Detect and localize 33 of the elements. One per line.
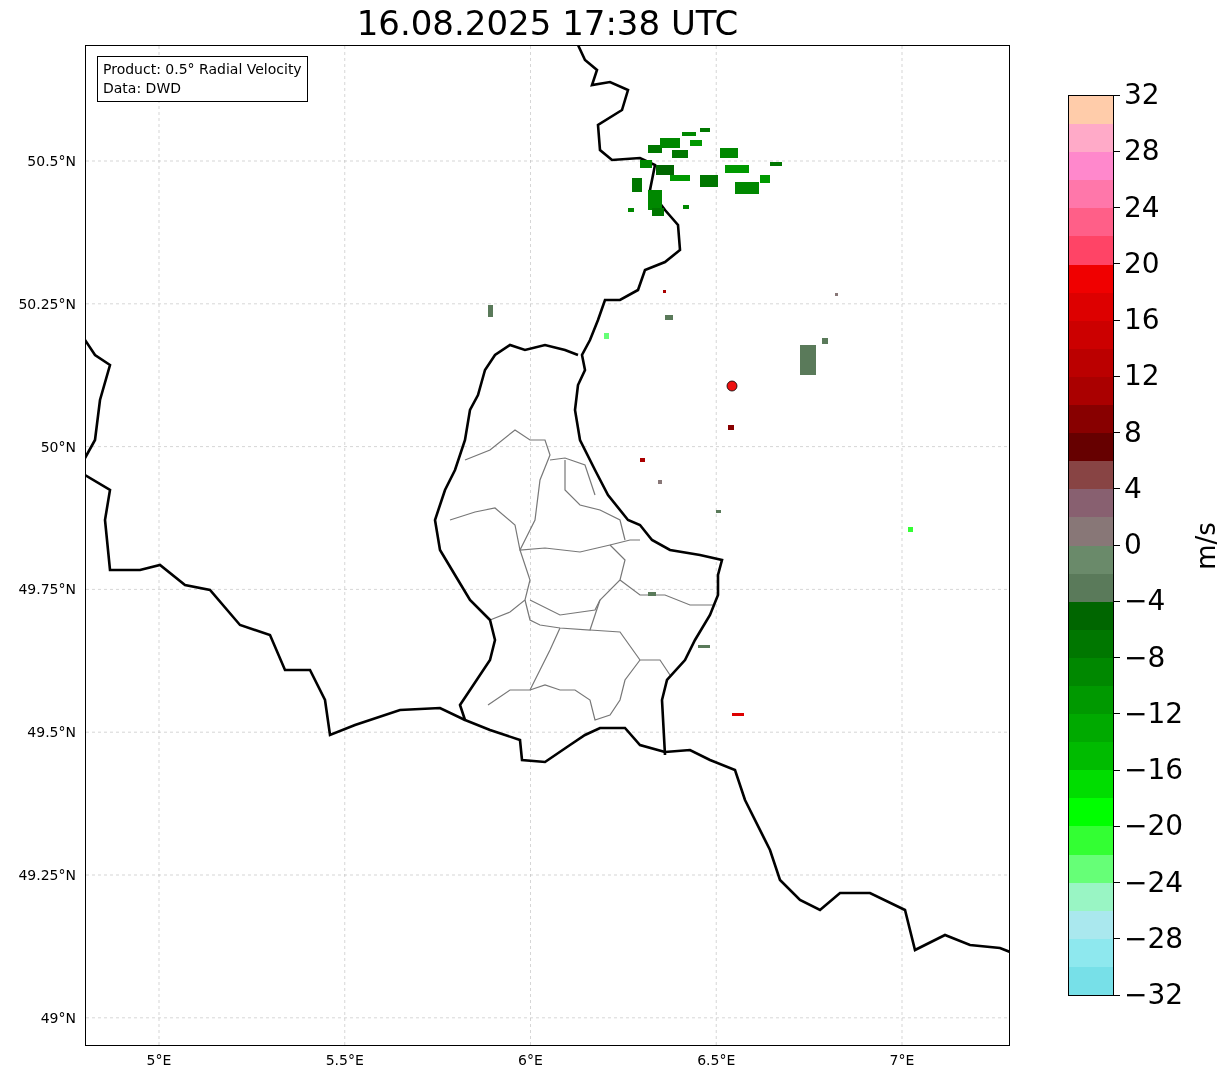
longitude-label: 5°E [146, 1052, 172, 1068]
info-text: Data: DWD [103, 79, 182, 98]
info-text: Product: 0.5° Radial Velocity [103, 60, 302, 79]
longitude-label: 5.5°E [325, 1052, 364, 1068]
colorbar-tick-label: 32 [1124, 81, 1160, 109]
colorbar-tick-label: −12 [1124, 699, 1184, 728]
latitude-label: 49.5°N [27, 724, 76, 741]
latitude-label: 50.25°N [18, 295, 76, 312]
colorbar-tick-label: 8 [1124, 418, 1142, 447]
latitude-label: 50°N [40, 438, 76, 455]
unit-label: m/s [1190, 521, 1221, 570]
longitude-label: 7°E [889, 1052, 915, 1068]
colorbar-tick-label: −20 [1124, 812, 1184, 841]
colorbar-tick-label: 4 [1124, 474, 1142, 503]
latitude-label: 49.75°N [18, 581, 76, 598]
colorbar-tick-label: 16 [1124, 306, 1160, 334]
colorbar-tick-label: −32 [1124, 981, 1184, 1009]
longitude-label: 6°E [518, 1052, 543, 1068]
latitude-label: 49°N [40, 1009, 76, 1026]
colorbar-tick-label: 12 [1124, 362, 1160, 391]
colorbar-tick-label: 20 [1124, 249, 1160, 278]
colorbar-tick-label: 28 [1124, 137, 1160, 166]
colorbar-tick-label: 24 [1124, 193, 1160, 222]
colorbar-tick-label: −4 [1124, 587, 1166, 616]
colorbar-tick-label: −16 [1124, 756, 1184, 784]
chart-title: 16.08.2025 17:38 UTC [356, 5, 739, 40]
longitude-label: 6.5°E [697, 1052, 736, 1068]
colorbar-tick-label: −24 [1124, 868, 1184, 897]
colorbar-tick-label: −28 [1124, 924, 1184, 953]
colorbar-tick-label: 0 [1124, 531, 1142, 559]
colorbar-tick-label: −8 [1124, 643, 1166, 672]
latitude-label: 50.5°N [27, 153, 76, 169]
latitude-label: 49.25°N [18, 867, 76, 883]
